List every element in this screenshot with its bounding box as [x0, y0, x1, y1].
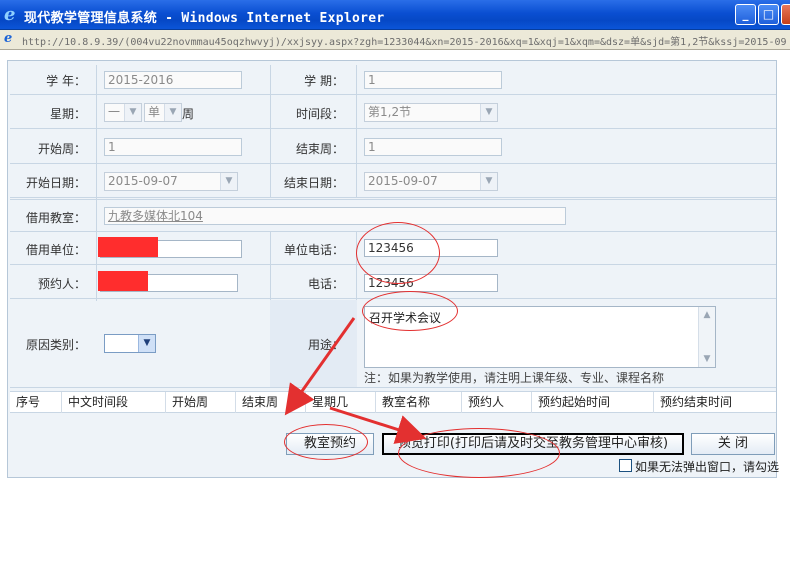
arrow-to-print: [329, 406, 427, 444]
arrow-to-reserve: [284, 317, 356, 416]
annotation-arrows: [284, 317, 427, 444]
